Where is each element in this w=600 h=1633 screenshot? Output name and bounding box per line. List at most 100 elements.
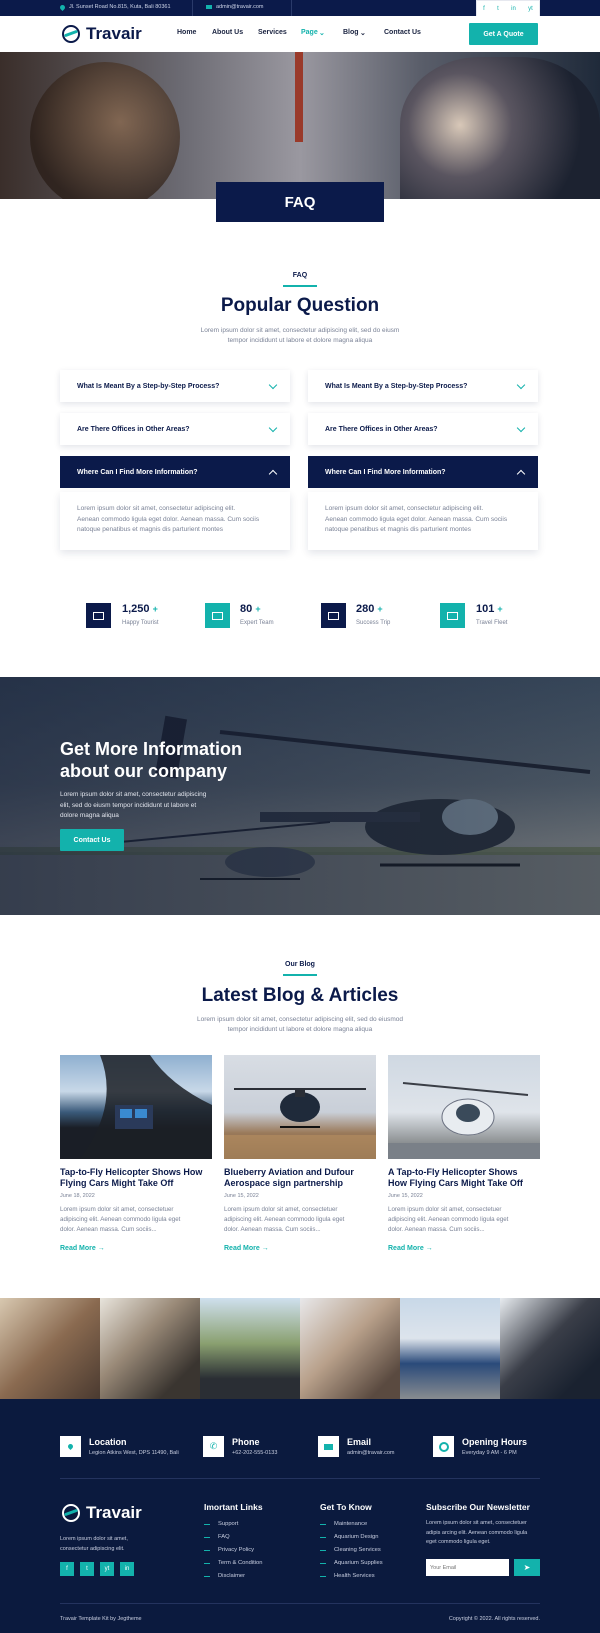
read-more-link[interactable]: Read More → [224,1245,269,1252]
youtube-icon[interactable]: yt [100,1562,114,1576]
blog-image-helicopter-airfield[interactable] [388,1055,540,1159]
stat-label: Expert Team [240,620,274,626]
blog-post-excerpt: Lorem ipsum dolor sit amet, consectetuer… [388,1205,540,1235]
chevron-down-icon [516,423,526,432]
send-button[interactable]: ➤ [514,1559,540,1576]
faq-question: Are There Offices in Other Areas? [77,425,190,433]
blog-post-title-line[interactable]: Tap-to-Fly Helicopter Shows How [60,1167,212,1178]
footer-link[interactable]: Term & Condition [204,1560,262,1566]
email-item[interactable]: admin@travair.com [206,4,263,10]
logo[interactable]: Travair [60,23,142,45]
arrow-right-icon: → [425,1245,433,1252]
footer-info-value[interactable]: +62-202-555-0133 [232,1450,277,1456]
blog-image-helicopter[interactable] [224,1055,376,1159]
gallery-image[interactable] [0,1298,100,1399]
faq-item[interactable]: What Is Meant By a Step-by-Step Process? [308,370,538,402]
chevron-down-icon [268,380,278,389]
blog-post-date: June 15, 2022 [388,1193,423,1199]
footer-info-title: Email [347,1437,372,1447]
nav-page[interactable]: Page [301,29,318,36]
footer-link[interactable]: Cleaning Services [320,1547,381,1553]
send-icon: ➤ [523,1563,531,1572]
nav-contact[interactable]: Contact Us [384,29,421,36]
youtube-icon[interactable]: yt [528,6,533,12]
nav-services[interactable]: Services [258,29,287,36]
facebook-icon[interactable]: f [483,6,485,12]
facebook-icon[interactable]: f [60,1562,74,1576]
blog-post-excerpt-line: adipiscing elit. Aenean commodo ligula e… [60,1216,181,1223]
nav-about[interactable]: About Us [212,29,243,36]
blog-lead-line-2: tempor incididunt ut labore et dolore ma… [227,1026,373,1033]
read-more-label[interactable]: Read More [60,1245,96,1252]
nav-blog[interactable]: Blog [343,29,359,36]
blog-post-title-line[interactable]: Blueberry Aviation and Dufour [224,1167,376,1178]
footer-link[interactable]: Health Services [320,1573,375,1579]
blog-post-title-line[interactable]: Flying Cars Might Take Off [60,1178,212,1189]
top-bar: Jl. Sunset Road No.815, Kuta, Bali 80361… [0,0,600,18]
footer-link[interactable]: Aquarium Design [320,1534,378,1540]
contact-us-button[interactable]: Contact Us [60,829,124,851]
blog-post-excerpt-line: dolor. Aenean massa. Cum sociis... [60,1226,157,1233]
footer-link[interactable]: Disclaimer [204,1573,245,1579]
footer-link[interactable]: Privacy Policy [204,1547,254,1553]
footer-info-value[interactable]: admin@travair.com [347,1450,394,1456]
footer-link[interactable]: FAQ [204,1534,230,1540]
blog-post-title[interactable]: Tap-to-Fly Helicopter Shows How Flying C… [60,1167,212,1189]
faq-item[interactable]: Are There Offices in Other Areas? [60,413,290,445]
footer-divider [60,1603,540,1604]
arrow-right-icon: → [97,1245,105,1252]
footer-divider [60,1478,540,1479]
footer-logo[interactable]: Travair [60,1502,142,1524]
faq-question: Where Can I Find More Information? [325,468,446,476]
instagram-icon[interactable]: in [511,6,516,12]
get-quote-button[interactable]: Get A Quote [469,23,538,45]
footer-link[interactable]: Aquarium Supplies [320,1560,383,1566]
blog-post-date: June 15, 2022 [224,1193,259,1199]
plane-logo-icon [60,23,82,45]
location-pin-icon [60,1436,81,1457]
gallery-image[interactable] [400,1298,500,1399]
twitter-icon[interactable]: t [80,1562,94,1576]
footer-about-line: consectetur adipiscing elit. [60,1546,125,1552]
footer-link[interactable]: Support [204,1521,238,1527]
nav-home[interactable]: Home [177,29,196,36]
blog-post-title[interactable]: Blueberry Aviation and Dufour Aerospace … [224,1167,376,1189]
gallery-image[interactable] [300,1298,400,1399]
blog-post-title-line[interactable]: Aerospace sign partnership [224,1178,376,1189]
faq-item[interactable]: What Is Meant By a Step-by-Step Process? [60,370,290,402]
instagram-icon[interactable]: in [120,1562,134,1576]
newsletter-email-input[interactable] [426,1559,509,1576]
newsletter-heading: Subscribe Our Newsletter [426,1502,530,1512]
blog-post-title-line[interactable]: How Flying Cars Might Take Off [388,1178,540,1189]
faq-item-open[interactable]: Where Can I Find More Information? [308,456,538,488]
read-more-link[interactable]: Read More → [388,1245,433,1252]
twitter-icon[interactable]: t [497,6,499,12]
blog-post-title-line[interactable]: A Tap-to-Fly Helicopter Shows [388,1167,540,1178]
address-item: Jl. Sunset Road No.815, Kuta, Bali 80361 [58,3,171,11]
cta-text: Lorem ipsum dolor sit amet, consectetur … [60,790,220,822]
chevron-down-icon: ⌄ [319,30,325,37]
faq-item[interactable]: Are There Offices in Other Areas? [308,413,538,445]
read-more-label[interactable]: Read More [388,1245,424,1252]
footer-link[interactable]: Maintenance [320,1521,367,1527]
footer-about-line: Lorem ipsum dolor sit amet, [60,1536,128,1542]
logo-text: Travair [86,1503,142,1522]
faq-answer-line: Lorem ipsum dolor sit amet, consectetur … [77,505,236,512]
gallery-image[interactable] [500,1298,600,1399]
eyebrow-underline [283,974,317,976]
read-more-label[interactable]: Read More [224,1245,260,1252]
blog-post-title[interactable]: A Tap-to-Fly Helicopter Shows How Flying… [388,1167,540,1189]
mail-icon [318,1436,339,1457]
email-text[interactable]: admin@travair.com [216,4,263,10]
blog-post-excerpt: Lorem ipsum dolor sit amet, consectetuer… [224,1205,376,1235]
plane-icon [440,603,465,628]
faq-item-open[interactable]: Where Can I Find More Information? [60,456,290,488]
read-more-link[interactable]: Read More → [60,1245,105,1252]
blog-image-cockpit[interactable] [60,1055,212,1159]
blog-post-excerpt-line: Lorem ipsum dolor sit amet, consectetuer [224,1206,338,1213]
gallery-image[interactable] [200,1298,300,1399]
faq-answer: Lorem ipsum dolor sit amet, consectetur … [308,492,538,550]
faq-answer-line: Aenean commodo ligula eget dolor. Aenean… [325,515,508,523]
stat-value: 101 + [476,603,503,615]
gallery-image[interactable] [100,1298,200,1399]
